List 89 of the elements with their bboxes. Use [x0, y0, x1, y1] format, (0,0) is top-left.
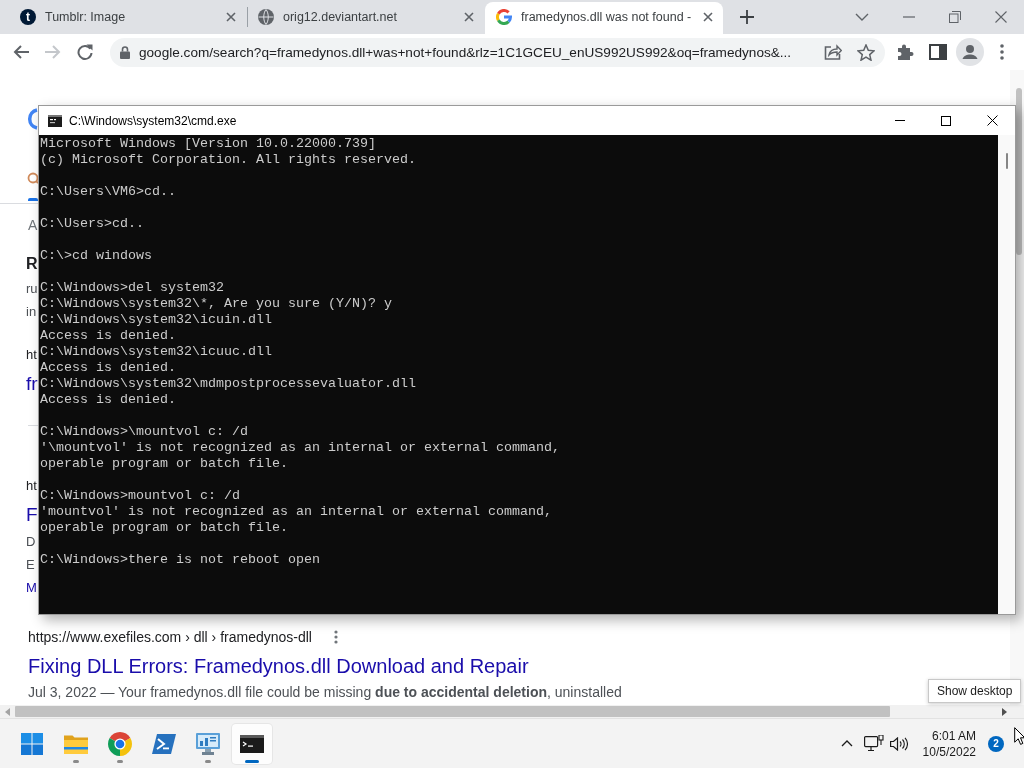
forward-arrow-icon [45, 45, 61, 59]
share-icon [824, 44, 842, 60]
console-line: C:\Windows\system32\mdmpostprocessevaluator.dll [40, 376, 416, 392]
avatar-icon [956, 38, 984, 66]
site-logo: t [20, 9, 36, 25]
scroll-left-icon [5, 707, 10, 716]
console-line: C:\Users\VM6>cd.. [40, 184, 176, 200]
command-prompt-button[interactable] [232, 723, 272, 764]
console-line: Access is denied. [40, 328, 176, 344]
console-line: Microsoft Windows [Version 10.0.22000.739] [40, 136, 376, 152]
result-title-link[interactable]: Fixing DLL Errors: Framedynos.dll Download and Repair [28, 652, 529, 680]
tooltip: Show desktop [928, 679, 1022, 703]
more-icon [1000, 44, 1004, 60]
snippet-text: in [26, 303, 37, 321]
browser-tab[interactable]: t Tumblr: Image [9, 2, 247, 34]
scrollbar-thumb[interactable] [15, 706, 890, 717]
result-url: ht [26, 477, 37, 495]
close-icon [703, 12, 714, 22]
maximize-icon [941, 115, 951, 126]
snippet-text: D [26, 533, 36, 551]
console-line: operable program or batch file. [40, 456, 288, 472]
console-line: Access is denied. [40, 360, 176, 376]
start-icon [21, 732, 43, 755]
console-line: C:\>cd windows [40, 248, 152, 264]
address-bar[interactable]: google.com/search?q=framedynos.dll+was+not+found&rlz=1C1GCEU_enUS992US992&oq=framedynos&... [110, 37, 885, 67]
chevron-up-icon [840, 740, 853, 747]
browser-icon [108, 731, 132, 756]
more-link[interactable]: M [26, 576, 37, 599]
side-panel-icon [929, 44, 947, 60]
console-icon [48, 114, 62, 127]
notification-badge[interactable]: 2 [988, 735, 1004, 752]
scrollbar-thumb[interactable] [1006, 153, 1008, 169]
g-logo-icon [496, 9, 512, 25]
globe-icon [258, 9, 274, 25]
back-arrow-icon [13, 45, 29, 59]
folder-icon [64, 733, 88, 754]
scrollbar-thumb[interactable] [1016, 88, 1022, 255]
logo-edge-icon [25, 108, 38, 130]
network-icon [863, 735, 884, 752]
console-line: C:\Users>cd.. [40, 216, 144, 232]
console-line: C:\Windows\system32\icuin.dll [40, 312, 272, 328]
browser-tab[interactable]: orig12.deviantart.net [247, 2, 485, 34]
star-icon [857, 43, 875, 61]
result-title-link[interactable]: fr [26, 370, 38, 398]
speaker-icon [889, 736, 908, 751]
console-line: C:\Windows\system32\*, Are you sure (Y/N)? y [40, 296, 392, 312]
tab-indicator [28, 198, 38, 201]
result-options-button[interactable] [334, 630, 338, 644]
reload-icon [77, 44, 93, 60]
clock[interactable]: 6:01 AM 10/5/2022 [920, 727, 978, 760]
search-icon [27, 172, 38, 186]
minimize-icon [903, 16, 915, 18]
minimize-icon [895, 120, 905, 121]
browser-tab[interactable]: framedynos.dll was not found - [485, 2, 723, 34]
result-url: https://www.exefiles.com › dll › framedynos-dll [28, 628, 312, 647]
console-line: C:\Windows\system32\icuuc.dll [40, 344, 272, 360]
scroll-right-icon [1002, 707, 1007, 716]
url-text: google.com/search?q=framedynos.dll+was+not+found&rlz=1C1GCEU_enUS992US992&oq=framedynos&... [139, 44, 793, 60]
snippet-text: Jul 3, 2022 — Your framedynos.dll file could be missing due to accidental deletion, uninstalled [28, 683, 622, 702]
more-icon [334, 630, 338, 644]
window-title: C:\Windows\system32\cmd.exe [69, 113, 237, 128]
result-url: ht [26, 346, 37, 364]
profile-button[interactable] [954, 36, 986, 68]
monitor-icon [196, 732, 220, 755]
section-heading: R [26, 254, 38, 274]
snippet-text: E [26, 556, 35, 574]
console-icon [240, 734, 264, 753]
console-line: (c) Microsoft Corporation. All rights reserved. [40, 152, 416, 168]
console-line: '\mountvol' is not recognized as an internal or external command, [40, 440, 560, 456]
close-icon [464, 12, 474, 22]
puzzle-icon [897, 43, 915, 61]
console-line: C:\Windows>mountvol c: /d [40, 488, 240, 504]
console-line: Access is denied. [40, 392, 176, 408]
chevron-down-icon [855, 13, 869, 21]
console-line: C:\Windows>there is not reboot open [40, 552, 320, 568]
snippet-text: ru [26, 280, 38, 298]
result-title-link[interactable]: F [26, 501, 38, 529]
console-line: 'mountvol' is not recognized as an internal or external command, [40, 504, 552, 520]
close-icon [995, 11, 1007, 23]
prompt-icon [152, 733, 176, 754]
console-line: operable program or batch file. [40, 520, 288, 536]
plus-icon [740, 10, 754, 24]
lock-icon [120, 45, 130, 59]
close-icon [226, 12, 236, 22]
close-icon [986, 115, 998, 126]
result-stats: A [28, 216, 38, 235]
console-line: C:\Windows>\mountvol c: /d [40, 424, 248, 440]
restore-icon [949, 11, 961, 23]
console-line: C:\Windows>del system32 [40, 280, 224, 296]
